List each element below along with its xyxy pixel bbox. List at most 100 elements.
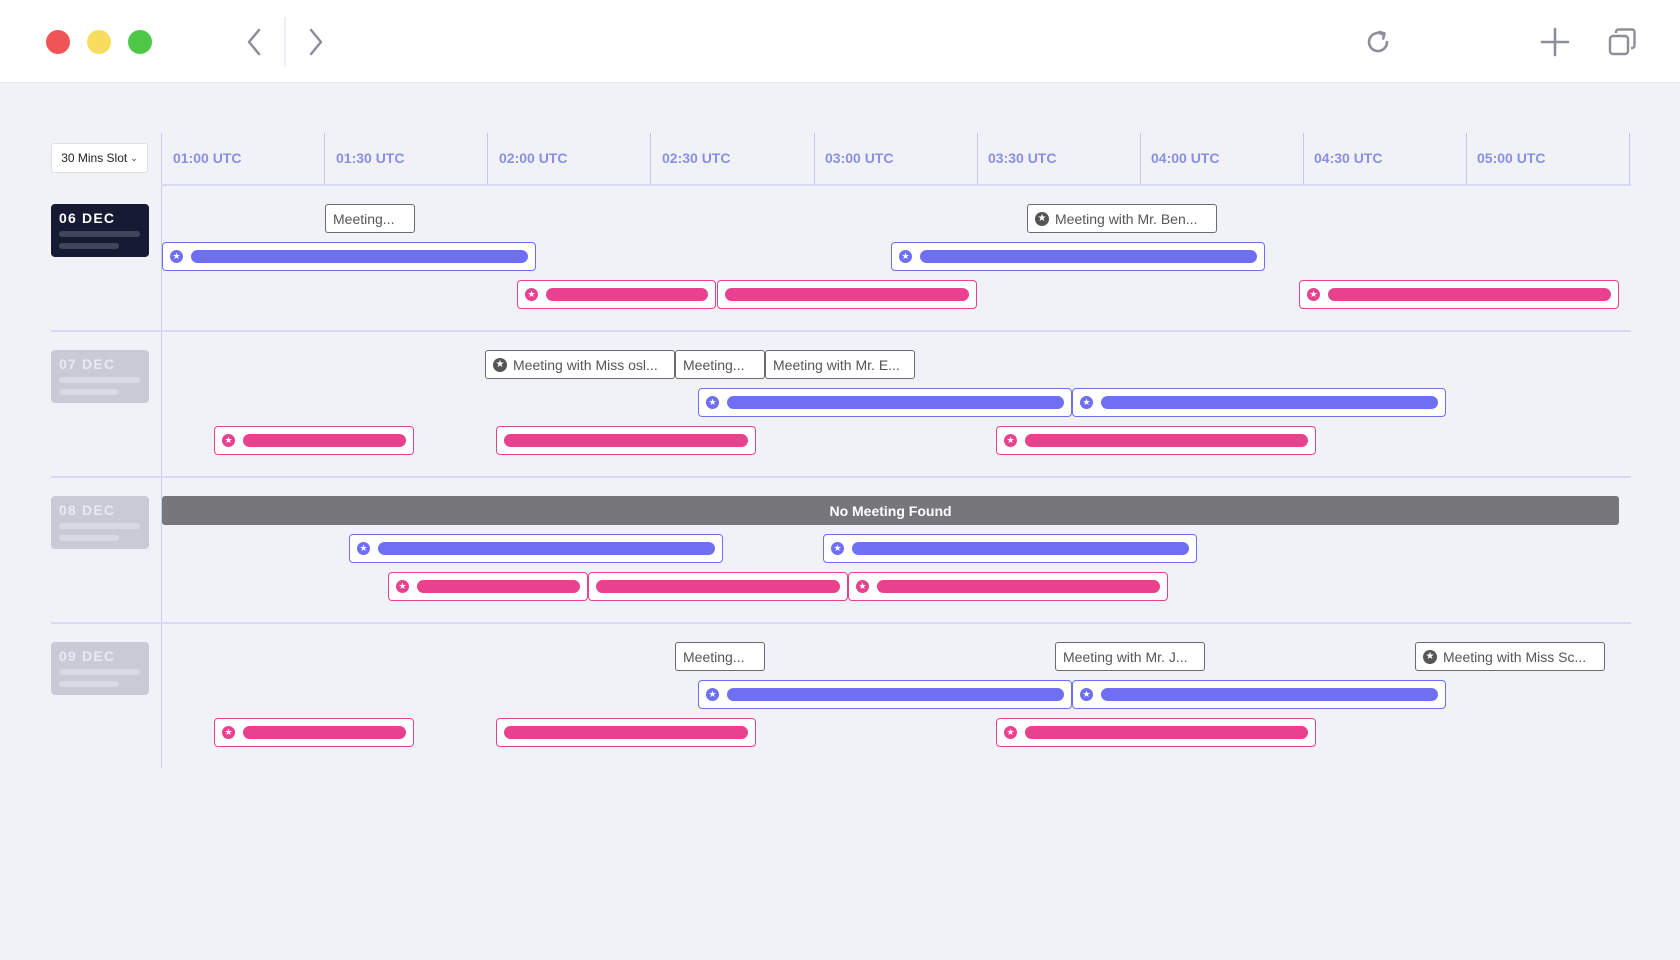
- refresh-button[interactable]: [1358, 22, 1398, 62]
- add-button[interactable]: [1535, 22, 1575, 62]
- event-bar-pink[interactable]: ★: [996, 426, 1316, 455]
- event-bar-fill: [727, 396, 1064, 409]
- meeting-chip[interactable]: Meeting...: [325, 204, 415, 233]
- day-label: 08 DEC: [59, 502, 116, 518]
- day-badge-06-dec[interactable]: 06 DEC: [51, 204, 149, 257]
- placeholder-line: [59, 389, 119, 395]
- event-bar-pink[interactable]: [717, 280, 977, 309]
- refresh-icon: [1367, 30, 1389, 53]
- meeting-chip[interactable]: ★ Meeting with Mr. Ben...: [1027, 204, 1217, 233]
- event-bar-fill: [504, 726, 748, 739]
- event-bar-pink[interactable]: ★: [1299, 280, 1619, 309]
- event-bar-pink[interactable]: ★: [214, 426, 414, 455]
- time-divider: [1140, 133, 1141, 186]
- event-bar-blue[interactable]: ★: [162, 242, 536, 271]
- day-badge-08-dec[interactable]: 08 DEC: [51, 496, 149, 549]
- event-bar-fill: [378, 542, 715, 555]
- time-divider: [650, 133, 651, 186]
- time-label: 05:00 UTC: [1477, 150, 1546, 166]
- time-label: 02:00 UTC: [499, 150, 568, 166]
- event-bar-pink[interactable]: [496, 718, 756, 747]
- day-divider: [51, 476, 1631, 478]
- star-icon: ★: [899, 250, 912, 263]
- event-bar-blue[interactable]: ★: [823, 534, 1197, 563]
- time-label: 01:00 UTC: [173, 150, 242, 166]
- star-icon: ★: [1423, 649, 1437, 664]
- event-bar-blue[interactable]: ★: [891, 242, 1265, 271]
- window-titlebar: [0, 0, 1680, 83]
- time-divider: [1466, 133, 1467, 186]
- day-badge-07-dec[interactable]: 07 DEC: [51, 350, 149, 403]
- chevron-left-icon: [247, 28, 261, 56]
- day-label: 09 DEC: [59, 648, 116, 664]
- day-badge-09-dec[interactable]: 09 DEC: [51, 642, 149, 695]
- event-bar-fill: [727, 688, 1064, 701]
- meeting-chip[interactable]: Meeting...: [675, 350, 765, 379]
- meeting-chip[interactable]: Meeting with Mr. E...: [765, 350, 915, 379]
- event-bar-pink[interactable]: ★: [517, 280, 716, 309]
- event-bar-fill: [1025, 434, 1308, 447]
- star-icon: ★: [706, 688, 719, 701]
- close-window-button[interactable]: [46, 30, 70, 54]
- meeting-title: Meeting...: [683, 648, 745, 665]
- event-bar-fill: [1101, 396, 1438, 409]
- time-divider: [977, 133, 978, 186]
- event-bar-pink[interactable]: ★: [214, 718, 414, 747]
- event-bar-fill: [1101, 688, 1438, 701]
- star-icon: ★: [525, 288, 538, 301]
- minimize-window-button[interactable]: [87, 30, 111, 54]
- placeholder-line: [59, 523, 140, 529]
- placeholder-line: [59, 243, 119, 249]
- time-label: 03:00 UTC: [825, 150, 894, 166]
- time-divider: [1303, 133, 1304, 186]
- meeting-title: Meeting with Miss Sc...: [1443, 648, 1587, 665]
- day-label: 06 DEC: [59, 210, 116, 226]
- time-divider: [1629, 133, 1630, 186]
- event-bar-fill: [504, 434, 748, 447]
- event-bar-pink[interactable]: ★: [848, 572, 1168, 601]
- nav-divider: [284, 17, 286, 67]
- maximize-window-button[interactable]: [128, 30, 152, 54]
- star-icon: ★: [706, 396, 719, 409]
- copy-icon: [1608, 28, 1636, 56]
- time-label: 04:00 UTC: [1151, 150, 1220, 166]
- event-bar-blue[interactable]: ★: [1072, 680, 1446, 709]
- slot-duration-select[interactable]: 30 Mins Slot ⌄: [51, 143, 148, 173]
- event-bar-pink[interactable]: [496, 426, 756, 455]
- meeting-chip[interactable]: ★ Meeting with Miss Sc...: [1415, 642, 1605, 671]
- forward-button[interactable]: [298, 22, 334, 62]
- meeting-title: Meeting with Mr. Ben...: [1055, 210, 1198, 227]
- back-button[interactable]: [236, 22, 272, 62]
- meeting-chip[interactable]: ★ Meeting with Miss osl...: [485, 350, 675, 379]
- star-icon: ★: [1004, 726, 1017, 739]
- event-bar-pink[interactable]: ★: [996, 718, 1316, 747]
- star-icon: ★: [1307, 288, 1320, 301]
- event-bar-pink[interactable]: ★: [388, 572, 588, 601]
- event-bar-fill: [417, 580, 580, 593]
- star-icon: ★: [1035, 211, 1049, 226]
- placeholder-line: [59, 377, 140, 383]
- event-bar-fill: [920, 250, 1257, 263]
- event-bar-fill: [191, 250, 528, 263]
- event-bar-fill: [877, 580, 1160, 593]
- slot-duration-value: 30 Mins Slot: [61, 151, 128, 165]
- event-bar-blue[interactable]: ★: [1072, 388, 1446, 417]
- star-icon: ★: [357, 542, 370, 555]
- event-bar-pink[interactable]: [588, 572, 848, 601]
- duplicate-button[interactable]: [1602, 22, 1642, 62]
- event-bar-blue[interactable]: ★: [698, 680, 1072, 709]
- event-bar-blue[interactable]: ★: [349, 534, 723, 563]
- meeting-title: Meeting...: [333, 210, 395, 227]
- star-icon: ★: [170, 250, 183, 263]
- chevron-right-icon: [309, 28, 323, 56]
- meeting-chip[interactable]: Meeting...: [675, 642, 765, 671]
- event-bar-fill: [596, 580, 840, 593]
- time-label: 02:30 UTC: [662, 150, 731, 166]
- meeting-chip[interactable]: Meeting with Mr. J...: [1055, 642, 1205, 671]
- time-label: 03:30 UTC: [988, 150, 1057, 166]
- event-bar-blue[interactable]: ★: [698, 388, 1072, 417]
- time-divider: [324, 133, 325, 186]
- no-meeting-banner: No Meeting Found: [162, 496, 1619, 525]
- meeting-title: Meeting with Mr. J...: [1063, 648, 1188, 665]
- meeting-title: Meeting with Mr. E...: [773, 356, 900, 373]
